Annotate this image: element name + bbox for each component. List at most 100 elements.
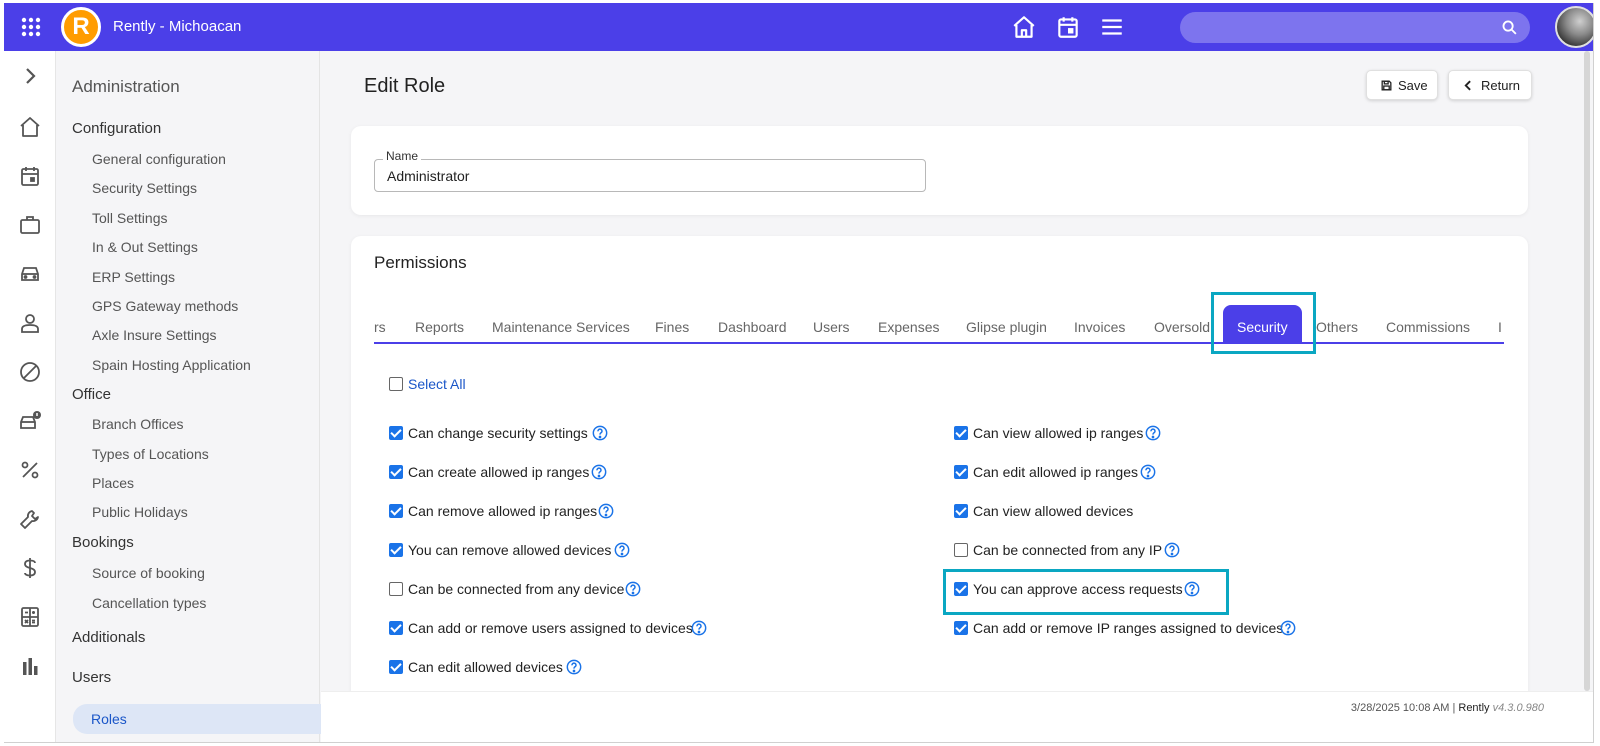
tab-partial-right[interactable]: I [1498,305,1502,342]
blocked-icon[interactable] [18,360,42,384]
main-scrollbar[interactable] [1584,51,1590,691]
sidebar-group-configuration[interactable]: Configuration [72,120,161,137]
help-icon[interactable] [598,503,614,519]
sidebar-group-bookings[interactable]: Bookings [72,534,134,551]
home-icon[interactable] [1011,14,1037,40]
permission-checkbox[interactable] [389,582,403,596]
sidebar-item-source-of-booking[interactable]: Source of booking [92,565,205,581]
tab-fines[interactable]: Fines [655,305,689,342]
permission-checkbox[interactable] [389,543,403,557]
permission-checkbox[interactable] [389,426,403,440]
help-icon[interactable] [592,425,608,441]
tab-partial-left[interactable]: rs [374,305,386,342]
percent-icon[interactable] [18,458,42,482]
sidebar-group-office[interactable]: Office [72,386,111,403]
permission-label: Can be connected from any IP [973,542,1163,558]
search-icon[interactable] [1501,19,1518,36]
calendar-icon[interactable] [1055,14,1081,40]
tab-oversold[interactable]: Oversold [1154,305,1210,342]
tab-users[interactable]: Users [813,305,850,342]
sidebar-item-general-configuration[interactable]: General configuration [92,151,226,167]
approve-access-highlight [943,569,1229,615]
permission-checkbox[interactable] [954,426,968,440]
permission-checkbox[interactable] [954,504,968,518]
apps-grid-icon[interactable] [19,15,43,39]
sidebar-title: Administration [72,77,180,96]
help-icon[interactable] [1145,425,1161,441]
help-icon[interactable] [1140,464,1156,480]
scrollbar-thumb[interactable] [1584,51,1590,691]
sidebar-item-cancellation-types[interactable]: Cancellation types [92,595,206,611]
home-icon[interactable] [18,115,42,139]
permission-checkbox[interactable] [389,504,403,518]
tab-glipse-plugin[interactable]: Glipse plugin [966,305,1047,342]
chevron-left-icon [1464,80,1471,91]
sidebar-group-users[interactable]: Users [72,669,111,686]
permission-checkbox[interactable] [389,660,403,674]
permission-label: You can remove allowed devices [408,542,612,558]
calendar-icon[interactable] [18,164,42,188]
permission-label: Can view allowed ip ranges [973,425,1144,441]
sidebar-group-additionals[interactable]: Additionals [72,629,145,646]
security-tab-highlight [1211,292,1316,354]
select-all-checkbox[interactable] [389,377,403,391]
app-logo[interactable]: R [61,7,101,47]
permission-checkbox[interactable] [389,465,403,479]
save-icon [1381,80,1392,91]
help-icon[interactable] [1280,620,1296,636]
sidebar-item-gps-gateway-methods[interactable]: GPS Gateway methods [92,298,238,314]
sidebar-item-public-holidays[interactable]: Public Holidays [92,504,188,520]
permission-checkbox[interactable] [954,465,968,479]
role-name-card: Name [351,126,1528,215]
save-button-label: Save [1398,78,1428,93]
sidebar-item-spain-hosting-application[interactable]: Spain Hosting Application [92,357,251,373]
sidebar-item-in-out-settings[interactable]: In & Out Settings [92,239,198,255]
admin-sidebar: Administration Configuration General con… [56,51,321,742]
name-field[interactable]: Name [374,149,926,192]
permission-checkbox[interactable] [954,543,968,557]
name-field-label: Name [383,149,422,163]
user-avatar[interactable] [1555,6,1593,48]
person-icon[interactable] [18,311,42,335]
calculator-icon[interactable] [18,605,42,629]
tab-invoices[interactable]: Invoices [1074,305,1125,342]
sidebar-item-roles[interactable]: Roles [73,704,321,734]
briefcase-icon[interactable] [18,213,42,237]
car-alert-icon[interactable] [18,409,42,433]
wrench-icon[interactable] [18,507,42,531]
sidebar-item-erp-settings[interactable]: ERP Settings [92,269,175,285]
help-icon[interactable] [566,659,582,675]
sidebar-item-toll-settings[interactable]: Toll Settings [92,210,167,226]
permission-checkbox[interactable] [954,621,968,635]
return-button[interactable]: Return [1448,70,1532,100]
select-all-label[interactable]: Select All [408,376,466,392]
footer: 3/28/2025 10:08 AM | Rently v4.3.0.980 [321,691,1593,742]
dollar-icon[interactable] [18,556,42,580]
name-input[interactable] [387,168,907,184]
tab-dashboard[interactable]: Dashboard [718,305,787,342]
search-box[interactable] [1180,12,1530,43]
tab-maintenance-services[interactable]: Maintenance Services [492,305,630,342]
save-button[interactable]: Save [1366,70,1438,100]
help-icon[interactable] [1164,542,1180,558]
tab-reports[interactable]: Reports [415,305,464,342]
bar-chart-icon[interactable] [18,654,42,678]
tab-others[interactable]: Others [1316,305,1358,342]
car-icon[interactable] [18,262,42,286]
chevron-right-icon[interactable] [18,64,42,88]
permission-label: Can edit allowed devices [408,659,563,675]
help-icon[interactable] [614,542,630,558]
sidebar-item-branch-offices[interactable]: Branch Offices [92,416,184,432]
help-icon[interactable] [691,620,707,636]
sidebar-item-places[interactable]: Places [92,475,134,491]
help-icon[interactable] [591,464,607,480]
tab-commissions[interactable]: Commissions [1386,305,1470,342]
sidebar-item-security-settings[interactable]: Security Settings [92,180,197,196]
permission-checkbox[interactable] [389,621,403,635]
help-icon[interactable] [625,581,641,597]
sidebar-item-axle-insure-settings[interactable]: Axle Insure Settings [92,327,217,343]
menu-icon[interactable] [1099,14,1125,40]
tab-expenses[interactable]: Expenses [878,305,939,342]
search-input[interactable] [1194,18,1484,38]
sidebar-item-types-of-locations[interactable]: Types of Locations [92,446,209,462]
